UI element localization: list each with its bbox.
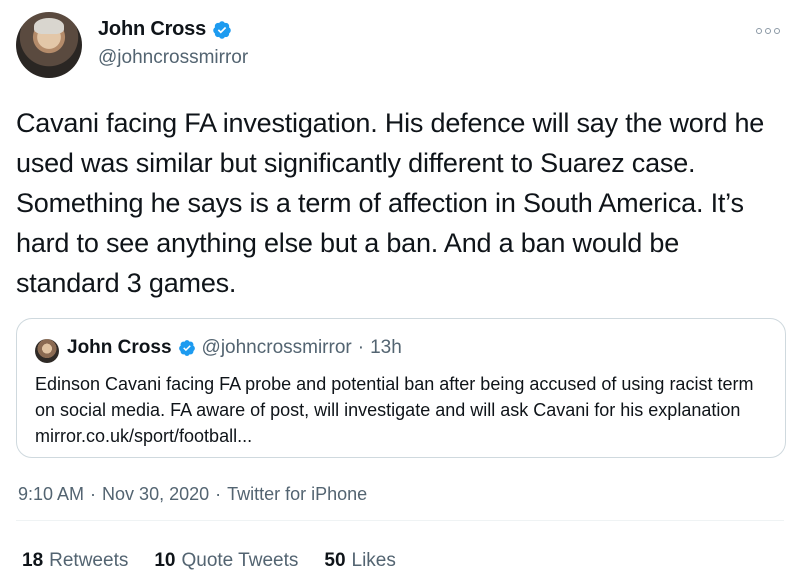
- tweet-source[interactable]: Twitter for iPhone: [227, 484, 367, 505]
- author-block: John Cross @johncrossmirror: [98, 18, 248, 69]
- quoted-tweet-age: 13h: [370, 337, 402, 358]
- quote-tweets-label: Quote Tweets: [181, 550, 299, 571]
- tweet-meta: 9:10 AM · Nov 30, 2020 · Twitter for iPh…: [18, 484, 367, 505]
- tweet-card: John Cross @johncrossmirror Cavani facin…: [0, 0, 800, 588]
- likes-stat[interactable]: 50 Likes: [324, 550, 396, 572]
- retweets-stat[interactable]: 18 Retweets: [22, 550, 128, 572]
- quoted-author-avatar: [35, 339, 59, 363]
- author-display-name[interactable]: John Cross: [98, 18, 206, 41]
- engagement-stats: 18 Retweets 10 Quote Tweets 50 Likes: [22, 550, 396, 572]
- quote-tweets-stat[interactable]: 10 Quote Tweets: [154, 550, 298, 572]
- verified-badge-icon: [178, 340, 195, 356]
- divider: [16, 520, 784, 521]
- author-handle[interactable]: @johncrossmirror: [98, 47, 248, 69]
- quote-tweets-count: 10: [154, 550, 176, 571]
- author-name-row: John Cross: [98, 18, 248, 41]
- tweet-date[interactable]: Nov 30, 2020: [102, 484, 209, 505]
- likes-count: 50: [324, 550, 346, 571]
- separator-dot: ·: [90, 484, 97, 504]
- retweets-count: 18: [22, 550, 44, 571]
- likes-label: Likes: [351, 550, 396, 571]
- tweet-text: Cavani facing FA investigation. His defe…: [16, 108, 765, 298]
- quoted-tweet-header: John Cross @johncrossmirror · 13h: [67, 337, 402, 359]
- verified-badge-icon: [213, 20, 231, 39]
- quoted-tweet-text: Edinson Cavani facing FA probe and poten…: [35, 374, 754, 446]
- tweet-time[interactable]: 9:10 AM: [18, 484, 84, 505]
- quoted-author-handle: @johncrossmirror: [201, 337, 352, 358]
- more-options-icon[interactable]: [756, 24, 784, 38]
- quoted-tweet[interactable]: John Cross @johncrossmirror · 13h Edinso…: [16, 318, 786, 458]
- author-avatar[interactable]: [16, 12, 82, 78]
- separator-dot: ·: [215, 484, 222, 504]
- quoted-author-name: John Cross: [67, 337, 172, 358]
- retweets-label: Retweets: [49, 550, 129, 571]
- separator-dot: ·: [357, 337, 365, 358]
